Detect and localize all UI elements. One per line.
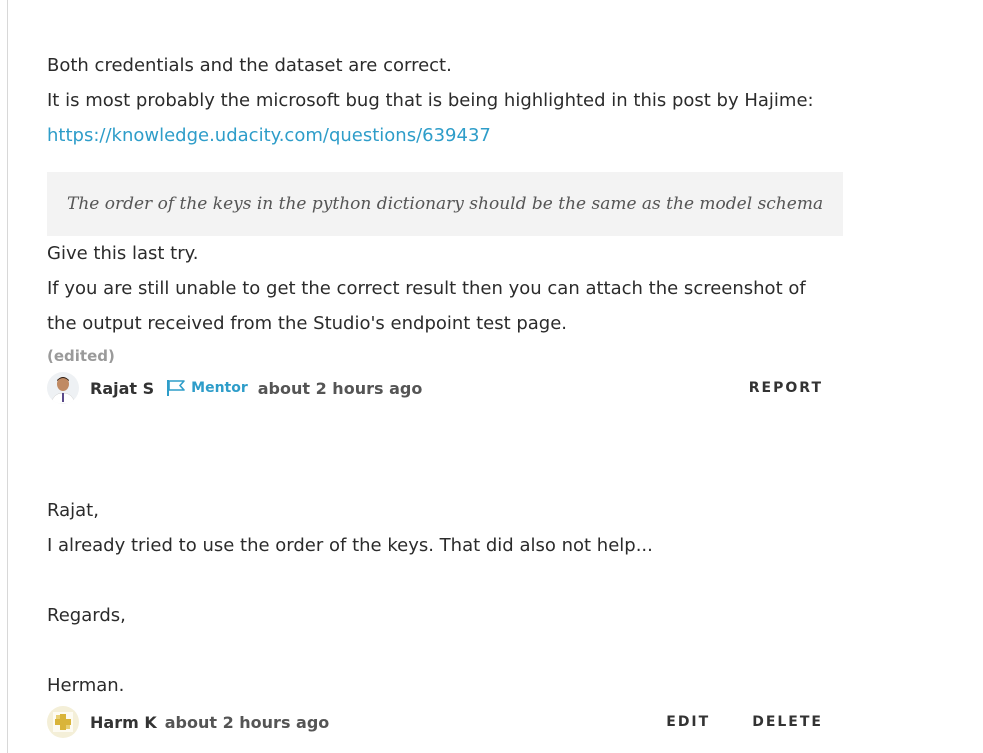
question-link[interactable]: https://knowledge.udacity.com/questions/… — [47, 125, 491, 146]
mentor-label: Mentor — [191, 380, 248, 396]
reply-text-line: the output received from the Studio's en… — [47, 313, 568, 334]
timestamp: about 2 hours ago — [257, 378, 423, 398]
author-name[interactable]: Rajat S — [90, 379, 154, 398]
timestamp: about 2 hours ago — [164, 712, 330, 732]
avatar[interactable] — [47, 706, 79, 738]
edit-button[interactable]: EDIT — [666, 714, 710, 730]
reply-text-line: If you are still unable to get the corre… — [47, 278, 806, 299]
author-row: Rajat S Mentor about 2 hours ago REPORT — [47, 371, 823, 405]
blockquote: The order of the keys in the python dict… — [47, 172, 843, 236]
author-name[interactable]: Harm K — [90, 713, 157, 732]
reply-text-line: Regards, — [47, 605, 126, 626]
reply-text-line: It is most probably the microsoft bug th… — [47, 90, 814, 111]
delete-button[interactable]: DELETE — [752, 714, 823, 730]
reply-text-line: Give this last try. — [47, 243, 199, 264]
reply-text-line: Both credentials and the dataset are cor… — [47, 55, 452, 76]
mentor-badge: Mentor — [166, 379, 248, 397]
user-reply: Rajat, I already tried to use the order … — [47, 493, 847, 739]
reply-text-line: Rajat, — [47, 500, 99, 521]
left-border — [7, 0, 8, 753]
reply-text-line: Herman. — [47, 675, 125, 696]
author-row: Harm K about 2 hours ago EDIT DELETE — [47, 705, 823, 739]
edited-label: (edited) — [47, 347, 115, 365]
reply-text-line: I already tried to use the order of the … — [47, 535, 653, 556]
quote-text: The order of the keys in the python dict… — [67, 194, 824, 214]
report-button[interactable]: REPORT — [749, 380, 823, 396]
flag-icon — [167, 380, 185, 396]
avatar[interactable] — [47, 372, 79, 404]
mentor-reply: Both credentials and the dataset are cor… — [47, 48, 847, 405]
